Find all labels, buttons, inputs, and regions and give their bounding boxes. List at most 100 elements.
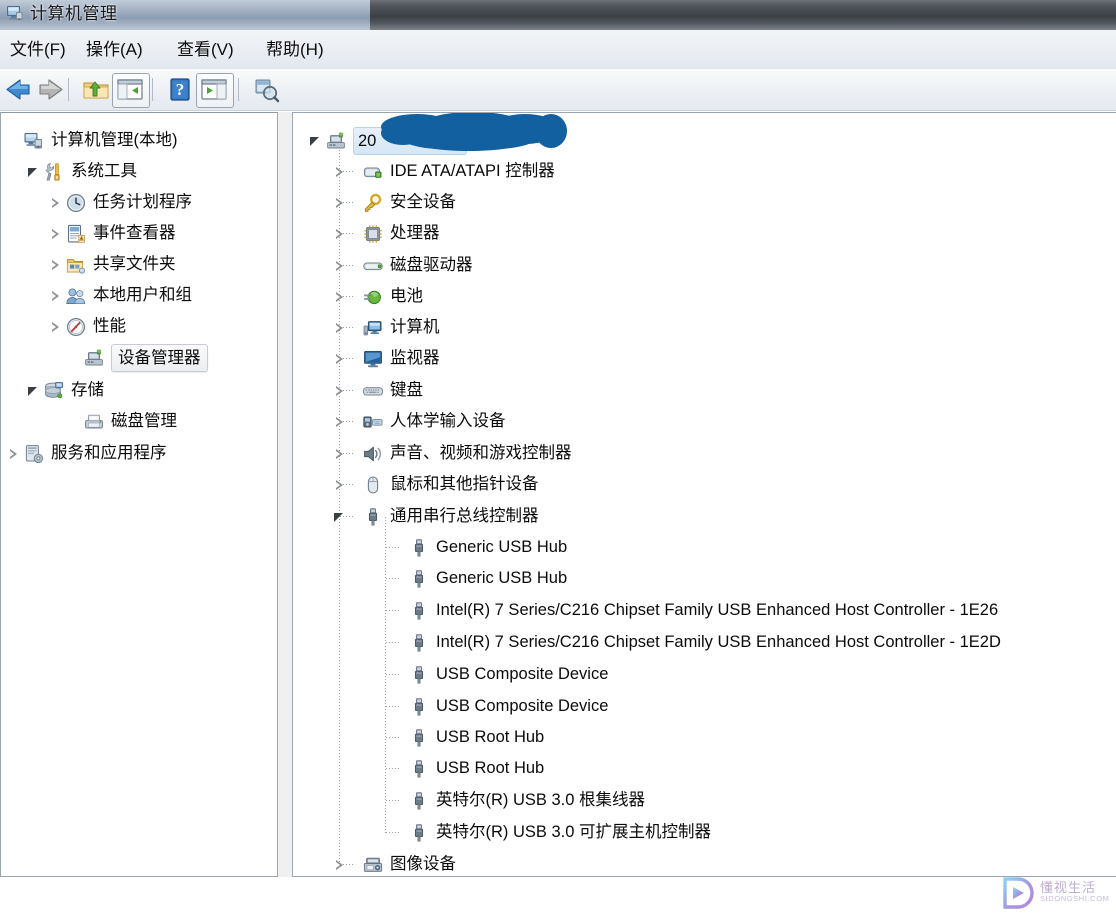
up-folder-icon[interactable]	[80, 74, 112, 105]
tree-indent-spacer	[349, 218, 362, 249]
expand-triangle-icon[interactable]	[331, 218, 349, 249]
expand-triangle-icon[interactable]	[47, 280, 65, 311]
expand-triangle-icon[interactable]	[331, 849, 349, 876]
device-tree-item-14[interactable]: Intel(R) 7 Series/C216 Chipset Family US…	[377, 595, 998, 626]
device-tree-item-1[interactable]: 安全设备	[331, 187, 456, 218]
tree-indent-spacer	[395, 532, 408, 563]
device-tree-root[interactable]: 20	[307, 125, 468, 156]
collapse-triangle-icon[interactable]	[25, 156, 43, 187]
device-tree-item-11[interactable]: 通用串行总线控制器	[331, 501, 539, 532]
expand-triangle-icon[interactable]	[331, 375, 349, 406]
device-tree-item-2[interactable]: 处理器	[331, 218, 440, 249]
sidebar-item-2[interactable]: 任务计划程序	[47, 187, 192, 218]
tree-indent-spacer	[395, 659, 408, 690]
menu-help[interactable]: 帮助(H)	[262, 37, 328, 63]
expand-triangle-icon[interactable]	[5, 438, 23, 469]
device-tree-item-4[interactable]: 电池	[331, 281, 423, 312]
device-tree-item-8[interactable]: 人体学输入设备	[331, 406, 506, 437]
device-tree-item-label: 人体学输入设备	[390, 412, 506, 430]
device-tree-item-label: USB Root Hub	[436, 728, 545, 746]
sidebar-item-6[interactable]: 性能	[47, 311, 126, 342]
device-tree-item-label: IDE ATA/ATAPI 控制器	[390, 162, 555, 180]
show-action-pane-icon[interactable]	[198, 74, 230, 105]
menu-file[interactable]: 文件(F)	[6, 37, 70, 63]
device-tree-item-9[interactable]: 声音、视频和游戏控制器	[331, 438, 572, 469]
expand-triangle-icon[interactable]	[331, 187, 349, 218]
tree-indent-spacer	[395, 817, 408, 848]
device-tree-item-label: 英特尔(R) USB 3.0 可扩展主机控制器	[436, 823, 712, 841]
device-tree-item-6[interactable]: 监视器	[331, 343, 440, 374]
device-tree-item-13[interactable]: Generic USB Hub	[377, 563, 567, 594]
sidebar-item-4[interactable]: 共享文件夹	[47, 249, 176, 280]
menu-action[interactable]: 操作(A)	[82, 37, 147, 63]
device-tree-item-0[interactable]: IDE ATA/ATAPI 控制器	[331, 156, 555, 187]
tree-indent-spacer	[395, 691, 408, 722]
device-tree-item-label: USB Composite Device	[436, 697, 609, 715]
show-console-tree-icon[interactable]	[114, 74, 146, 105]
expand-triangle-icon[interactable]	[331, 406, 349, 437]
device-tree-item-16[interactable]: USB Composite Device	[377, 659, 608, 690]
sidebar-item-1[interactable]: 系统工具	[25, 156, 137, 187]
device-tree-item-19[interactable]: USB Root Hub	[377, 753, 544, 784]
device-tree-item-12[interactable]: Generic USB Hub	[377, 532, 567, 563]
forward-arrow-icon[interactable]	[35, 74, 67, 105]
device-tree-item-3[interactable]: 磁盘驱动器	[331, 250, 473, 281]
collapse-triangle-icon[interactable]	[307, 125, 325, 156]
monitor-icon	[362, 348, 384, 370]
device-tree-item-label: 处理器	[390, 224, 440, 242]
shared-folders-icon	[65, 254, 87, 276]
expand-triangle-icon[interactable]	[331, 281, 349, 312]
keyboard-icon	[362, 380, 384, 402]
sidebar-item-0[interactable]: 计算机管理(本地)	[5, 125, 178, 156]
sidebar-item-3[interactable]: 事件查看器	[47, 218, 176, 249]
expand-triangle-icon[interactable]	[331, 156, 349, 187]
back-arrow-icon[interactable]	[2, 74, 34, 105]
device-tree-item-label: 通用串行总线控制器	[390, 507, 539, 525]
help-icon[interactable]: ?	[164, 74, 196, 105]
tree-indent-spacer	[377, 595, 395, 626]
device-tree-item-5[interactable]: 计算机	[331, 312, 440, 343]
event-viewer-icon	[65, 223, 87, 245]
device-tree-item-18[interactable]: USB Root Hub	[377, 722, 544, 753]
device-tree-item-20[interactable]: 英特尔(R) USB 3.0 根集线器	[377, 785, 645, 816]
properties-icon[interactable]	[250, 74, 282, 105]
sidebar-item-7[interactable]: 设备管理器	[65, 342, 208, 373]
expand-triangle-icon[interactable]	[331, 250, 349, 281]
console-tree-panel[interactable]: 计算机管理(本地) 系统工具 任务计划程序 事件查看器 共享文件夹本地用户和组性能 设备管…	[0, 112, 278, 877]
sidebar-item-8[interactable]: 存储	[25, 375, 104, 406]
device-tree-item-7[interactable]: 键盘	[331, 375, 423, 406]
tree-indent-spacer	[377, 753, 395, 784]
tree-indent-spacer	[349, 156, 362, 187]
device-tree-item-17[interactable]: USB Composite Device	[377, 691, 608, 722]
expand-triangle-icon[interactable]	[47, 249, 65, 280]
device-tree-item-label: 计算机	[390, 318, 440, 336]
collapse-triangle-icon[interactable]	[25, 375, 43, 406]
collapse-triangle-icon[interactable]	[331, 501, 349, 532]
sidebar-item-5[interactable]: 本地用户和组	[47, 280, 192, 311]
device-tree-item-label: 声音、视频和游戏控制器	[390, 444, 572, 462]
device-tree-item-21[interactable]: 英特尔(R) USB 3.0 可扩展主机控制器	[377, 817, 711, 848]
panel-splitter[interactable]	[278, 112, 292, 877]
device-tree-item-22[interactable]: 图像设备	[331, 849, 456, 876]
expand-triangle-icon[interactable]	[47, 311, 65, 342]
device-tree-item-15[interactable]: Intel(R) 7 Series/C216 Chipset Family US…	[377, 627, 1001, 658]
expand-triangle-icon[interactable]	[331, 469, 349, 500]
sidebar-item-9[interactable]: 磁盘管理	[65, 406, 177, 437]
expand-triangle-icon[interactable]	[331, 438, 349, 469]
sidebar-item-label: 设备管理器	[111, 343, 208, 372]
tree-indent-spacer	[349, 187, 362, 218]
expand-triangle-icon[interactable]	[47, 218, 65, 249]
usb-device-icon	[408, 790, 430, 812]
menu-view[interactable]: 查看(V)	[173, 37, 238, 63]
expand-triangle-icon[interactable]	[331, 343, 349, 374]
tree-indent-spacer	[349, 438, 362, 469]
sidebar-item-10[interactable]: 服务和应用程序	[5, 438, 167, 469]
device-manager-panel[interactable]: 20 IDE ATA/ATAPI 控制器安全设备处理器磁盘驱动器 电池计算机监视器键…	[292, 112, 1116, 877]
sidebar-item-label: 本地用户和组	[93, 286, 192, 304]
device-tree-item-10[interactable]: 鼠标和其他指针设备	[331, 469, 539, 500]
ide-controller-icon	[362, 161, 384, 183]
expand-triangle-icon[interactable]	[47, 187, 65, 218]
usb-device-icon	[408, 727, 430, 749]
expand-triangle-icon[interactable]	[331, 312, 349, 343]
tree-indent-spacer	[349, 281, 362, 312]
